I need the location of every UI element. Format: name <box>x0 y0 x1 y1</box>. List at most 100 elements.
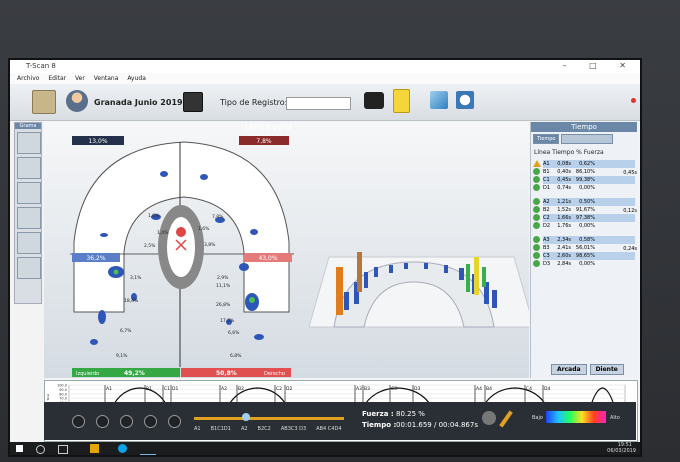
time-table-row[interactable]: D3 2,84s 0,00% <box>543 260 635 268</box>
thumbnail-3[interactable] <box>17 182 41 204</box>
thumbnail-5[interactable] <box>17 232 41 254</box>
fast-forward-button[interactable] <box>144 415 157 428</box>
patient-card-icon[interactable] <box>32 90 56 114</box>
marker-label: A3 <box>356 386 362 392</box>
window-controls[interactable]: – □ ✕ <box>563 61 636 70</box>
tab-other[interactable] <box>561 134 614 144</box>
tooth-value: 26,8% <box>216 302 231 308</box>
group-duration: 0,45s <box>623 170 637 176</box>
sensitivity-dial-icon[interactable] <box>482 411 496 425</box>
tooth-value: 6,6% <box>228 330 240 336</box>
task-view-icon[interactable] <box>58 445 68 454</box>
patient-name: Granada Junio 2019 <box>94 98 183 107</box>
arcada-button[interactable]: Arcada <box>551 364 587 375</box>
search-icon[interactable] <box>36 445 45 454</box>
windows-start-icon[interactable] <box>16 445 23 452</box>
menu-ver[interactable]: Ver <box>75 75 85 82</box>
tooth-value: 2,9% <box>217 275 229 281</box>
notes-icon[interactable] <box>393 89 410 113</box>
skip-start-button[interactable] <box>72 415 85 428</box>
skip-end-button[interactable] <box>168 415 181 428</box>
diente-button[interactable]: Diente <box>589 364 624 375</box>
save-icon[interactable] <box>183 92 203 112</box>
time-group: A2 1,21s 0,50% B2 1,52s 91,67% C2 1,66s 97,38% D2… <box>533 198 637 230</box>
marker-label: D2 <box>286 386 292 392</box>
time-cell-a: 2,34s <box>557 237 571 243</box>
tooth-value: 17,6% <box>220 318 235 324</box>
check-icon <box>533 206 540 213</box>
arch-force-map[interactable]: 13,0% 7,8% 36,2% 43,0% 1,0% 2,5% 1,4% 1,… <box>44 122 535 378</box>
time-table-row[interactable]: C1 0,45s 99,38% <box>543 176 635 184</box>
playback-marker-label: AB3C3 D3 <box>280 426 307 432</box>
menu-ayuda[interactable]: Ayuda <box>127 75 146 82</box>
thumbnail-4[interactable] <box>17 207 41 229</box>
camera-icon[interactable] <box>364 92 384 109</box>
windows-taskbar: 19:51 06/03/2019 <box>10 442 640 455</box>
time-cell-k: B2 <box>543 207 550 213</box>
time-table-row[interactable]: B2 1,52s 91,67% <box>543 206 635 214</box>
time-table-row[interactable]: D1 0,74s 0,00% <box>543 184 635 192</box>
tooth-value: 9,1% <box>116 353 128 359</box>
time-cell-b: 56,01% <box>575 245 595 251</box>
tooth-value: 3,1% <box>130 275 142 281</box>
time-table-row[interactable]: D2 1,76s 0,00% <box>543 222 635 230</box>
thumbnail-2[interactable] <box>17 157 41 179</box>
explorer-icon[interactable] <box>90 444 99 453</box>
registro-label: Tipo de Registro: <box>220 98 288 107</box>
menu-ventana[interactable]: Ventana <box>94 75 119 82</box>
time-table-row[interactable]: B1 0,40s 86,10% <box>543 168 635 176</box>
image-view-icon[interactable] <box>430 91 448 109</box>
skype-icon[interactable] <box>118 444 127 453</box>
patient-avatar-icon[interactable] <box>66 90 88 112</box>
time-cell-k: D1 <box>543 185 551 191</box>
tiempo-label: Tiempo : <box>362 421 397 429</box>
time-table-row[interactable]: B3 2,41s 56,01% <box>543 244 635 252</box>
app-screen: T-Scan 8 – □ ✕ Archivo Editar Ver Ventan… <box>10 60 640 455</box>
timeline-handle[interactable] <box>242 413 250 421</box>
marker-label: A1 <box>106 386 112 392</box>
play-button[interactable] <box>120 415 133 428</box>
tab-tiempo[interactable]: Tiempo <box>533 134 560 144</box>
arch-3d-view[interactable] <box>308 252 535 328</box>
check-icon <box>533 252 540 259</box>
marker-label: B3 <box>364 386 370 392</box>
tscan-task-icon[interactable] <box>140 443 156 455</box>
time-table-row[interactable]: A1 0,08s 0,62% <box>543 160 635 168</box>
top-right-pct: 7,8% <box>256 138 272 145</box>
rewind-button[interactable] <box>96 415 109 428</box>
menu-archivo[interactable]: Archivo <box>17 75 39 82</box>
time-cell-k: D3 <box>543 261 551 267</box>
pencil-icon[interactable] <box>499 410 513 428</box>
playback-marker-label: B1C1D1 <box>210 426 231 432</box>
time-cell-b: 99,38% <box>575 177 595 183</box>
bottom-right-pct: 50,8% <box>216 370 237 377</box>
time-table-row[interactable]: C2 1,66s 97,38% <box>543 214 635 222</box>
time-cell-b: 0,00% <box>579 223 595 229</box>
time-table-row[interactable]: A2 1,21s 0,50% <box>543 198 635 206</box>
thumbnail-1[interactable] <box>17 132 41 154</box>
tooth-value: 7,8% <box>212 214 224 220</box>
marker-label: D4 <box>544 386 550 392</box>
check-icon <box>533 260 540 267</box>
y-tick-label: 70.0 <box>59 397 67 401</box>
time-cell-a: 2,41s <box>557 245 571 251</box>
timer-icon[interactable] <box>456 91 474 109</box>
time-cell-a: 0,40s <box>557 169 571 175</box>
time-cell-b: 98,65% <box>575 253 595 259</box>
close-panel-icon[interactable] <box>631 98 636 103</box>
time-table-row[interactable]: A3 2,34s 0,58% <box>543 236 635 244</box>
timeline-track[interactable] <box>194 417 344 420</box>
menu-editar[interactable]: Editar <box>48 75 66 82</box>
time-cell-b: 0,50% <box>579 199 595 205</box>
time-cell-a: 1,52s <box>557 207 571 213</box>
thumbnail-6[interactable] <box>17 257 41 279</box>
registro-select[interactable] <box>286 97 351 110</box>
tooth-value: 6,7% <box>120 328 132 334</box>
recording-thumbnails: Grama <box>14 122 42 304</box>
tooth-value: 18,4% <box>124 298 139 304</box>
time-table-row[interactable]: C3 2,60s 98,65% <box>543 252 635 260</box>
window-titlebar: T-Scan 8 – □ ✕ <box>10 60 640 74</box>
marker-label: C1 <box>164 386 170 392</box>
marker-label: B4 <box>486 386 492 392</box>
marker-label: D1 <box>172 386 178 392</box>
